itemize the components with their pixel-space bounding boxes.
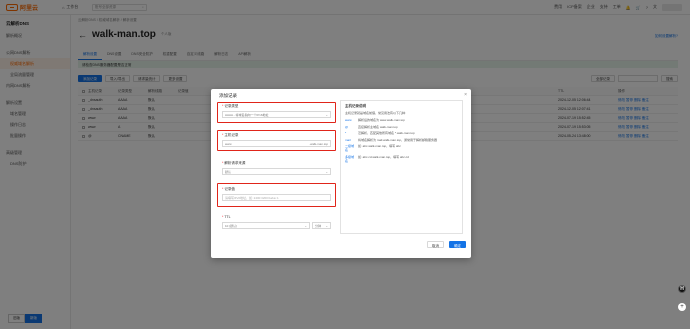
help-row: * 泛解析，匹配其他所有域名 *.walk-man.top [345,131,415,135]
highlight-record-type [217,102,336,123]
help-row: 多级域名 如: abc.cd.walk-man.top，填写 abc.cd [345,154,409,163]
dialog-title: 添加记录 [219,93,237,98]
confirm-button[interactable]: 确定 [449,241,466,248]
help-subtitle: 主机记录就是域名前缀，常见用法有以下几种: [345,111,406,115]
add-record-dialog: 添加记录 × *记录类型 AAAA - 将域名指向一个IPv6地址 ⌄ *主机记… [211,89,471,258]
ttl-label: *TTL [222,215,231,219]
chevron-down-icon: ⌄ [304,223,307,228]
help-row: @ 直接解析主域名 walk-man.top [345,124,398,129]
highlight-value [217,183,336,207]
ttl-unit-select[interactable]: 分钟 ⌄ [312,222,331,229]
help-row: 二级域名 如: abc.walk-man.top，填写 abc [345,144,401,152]
close-icon[interactable]: × [464,92,467,98]
chevron-down-icon: ⌄ [325,169,328,174]
chevron-down-icon: ⌄ [325,223,328,228]
cancel-button[interactable]: 取消 [427,241,444,248]
line-select[interactable]: 默认 ⌄ [222,168,331,175]
assistant-h-icon[interactable]: H [678,285,686,293]
host-help-panel: 主机记录说明 主机记录就是域名前缀，常见用法有以下几种: www 解析后的域名为 … [340,100,463,234]
highlight-host [217,130,336,151]
help-row: mail 将域名解析为 mail.walk-man.top，通常用于解析邮箱服务器 [345,137,438,142]
help-title: 主机记录说明 [345,104,366,108]
plus-icon[interactable]: + [678,303,686,311]
line-label: *解析请求来源 [222,161,246,165]
ttl-select[interactable]: 10 (默认) ⌄ [222,222,310,229]
help-row: www 解析后的域名为 www.walk-man.top [345,118,405,122]
